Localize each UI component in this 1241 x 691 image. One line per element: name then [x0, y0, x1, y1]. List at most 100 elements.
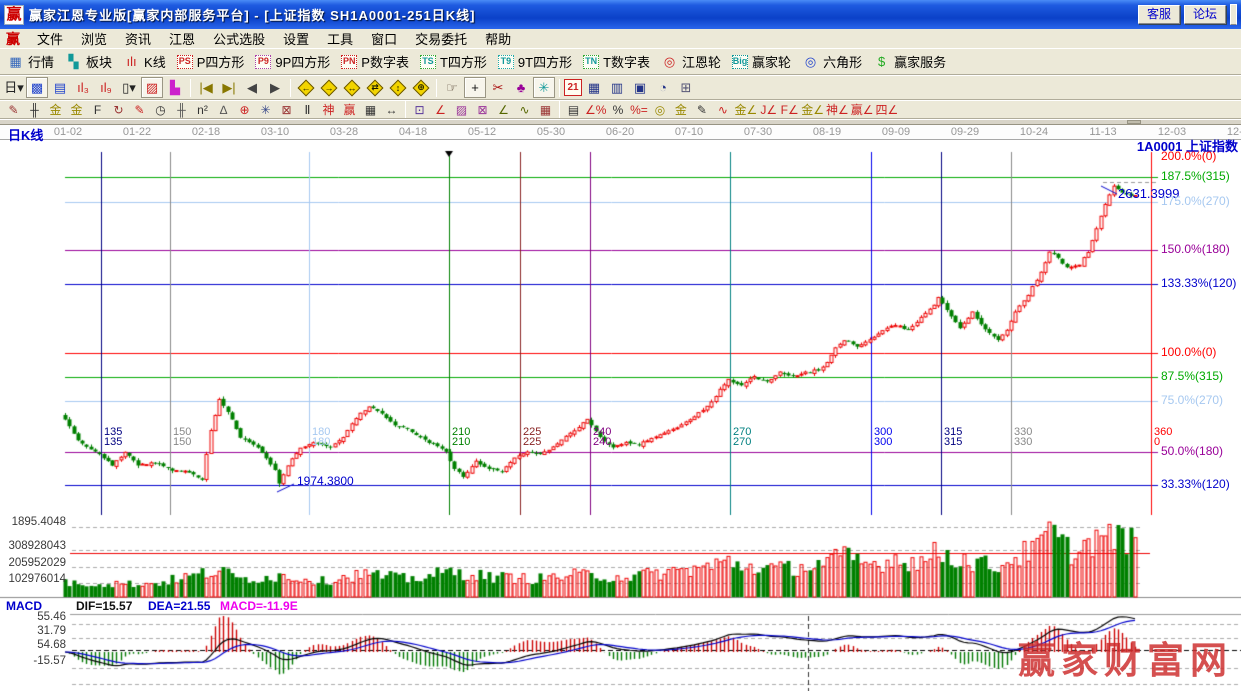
menu-item-5[interactable]: 公式选股 [204, 28, 274, 49]
ink-brush-button[interactable]: ✎ [691, 101, 712, 119]
wave-brain-button[interactable]: ✳ [533, 77, 555, 98]
p-square-button[interactable]: PSP四方形 [173, 51, 251, 72]
menu-item-3[interactable]: 资讯 [116, 28, 160, 49]
ninep-square-button[interactable]: P99P四方形 [251, 51, 336, 72]
gold-angle2-button[interactable]: 金∠ [800, 101, 825, 119]
period-day-button[interactable]: 日▾ [3, 77, 25, 98]
ninet-square-button[interactable]: T99T四方形 [494, 51, 578, 72]
partial-button[interactable] [1230, 4, 1237, 25]
gann-flower-button[interactable]: ♣ [510, 77, 532, 98]
fit-all-button[interactable]: ⊕ [410, 77, 432, 98]
cycle-clock-button[interactable]: ◷ [150, 101, 171, 119]
winner-wheel-button[interactable]: Big赢家轮 [728, 51, 797, 72]
percent-line-button[interactable]: %= [628, 101, 649, 119]
menu-item-9[interactable]: 交易委托 [406, 28, 476, 49]
color-histogram-button[interactable]: ▙ [164, 77, 186, 98]
wave-line-button[interactable]: ∿ [514, 101, 535, 119]
calculator-button[interactable]: ▦ [583, 77, 605, 98]
brush-button[interactable]: ✎ [129, 101, 150, 119]
menu-item-10[interactable]: 帮助 [476, 28, 520, 49]
menu-item-1[interactable]: 文件 [28, 28, 72, 49]
width-tool-button[interactable]: ↔ [381, 101, 402, 119]
sectors-button[interactable]: ▚板块 [61, 51, 118, 72]
wave-a-button[interactable]: ∿ [712, 101, 733, 119]
candle-style-button[interactable]: ▯▾ [118, 77, 140, 98]
menu-item-7[interactable]: 工具 [318, 28, 362, 49]
gold-lines-button[interactable]: 金 [66, 101, 87, 119]
winner-service-button[interactable]: $赢家服务 [869, 51, 952, 72]
world-clock-button[interactable]: ◔ [652, 77, 674, 98]
gold-channel-button[interactable]: 金 [670, 101, 691, 119]
price-grid-button[interactable]: ▦ [360, 101, 381, 119]
customer-service-button[interactable]: 客服 [1138, 5, 1180, 24]
t-number-button[interactable]: TNT数字表 [579, 51, 656, 72]
percent-angle-button[interactable]: ∠% [584, 101, 607, 119]
grid-target-button[interactable]: ⊠ [276, 101, 297, 119]
shen-tool-button[interactable]: 神 [318, 101, 339, 119]
forum-button[interactable]: 论坛 [1184, 5, 1226, 24]
bars-9-button[interactable]: ıl₉ [95, 77, 117, 98]
compass-button[interactable]: ⊕ [234, 101, 255, 119]
win-angle-button[interactable]: 赢∠ [850, 101, 875, 119]
levels-button[interactable]: ▤ [563, 101, 584, 119]
gold-ratio-button[interactable]: 金 [45, 101, 66, 119]
shift-right-button[interactable]: → [318, 77, 340, 98]
kchart-button[interactable]: ▨ [141, 77, 163, 98]
notes-button[interactable]: ▥ [606, 77, 628, 98]
box-fan-button[interactable]: ▨ [451, 101, 472, 119]
crosshair-tool-button[interactable]: + [464, 77, 486, 98]
ruler-grid-button[interactable]: ╫ [24, 101, 45, 119]
window-layout-button[interactable]: ▩ [26, 77, 48, 98]
save-button[interactable]: ▣ [629, 77, 651, 98]
shen-angle-button[interactable]: 神∠ [825, 101, 850, 119]
compress-x-button[interactable]: ⇄ [364, 77, 386, 98]
trend-angle-button[interactable]: ∠ [493, 101, 514, 119]
t-square-button[interactable]: TST四方形 [416, 51, 493, 72]
fan-lines-button[interactable]: ∠ [430, 101, 451, 119]
expand-x-button[interactable]: ↔ [341, 77, 363, 98]
n-square-button[interactable]: n² [192, 101, 213, 119]
draw-toolbar: ✎╫金金F↻✎◷╫n²∆⊕✳⊠Ⅱ神赢▦↔⊡∠▨⊠∠∿▦▤∠%%%=◎金✎∿金∠J… [0, 100, 1241, 119]
kline-button[interactable]: ılıK线 [119, 51, 172, 72]
menu-item-2[interactable]: 浏览 [72, 28, 116, 49]
prev-button[interactable]: ◀ [241, 77, 263, 98]
bars-3-button[interactable]: ıl₃ [72, 77, 94, 98]
gold-angle-button[interactable]: 金∠ [733, 101, 758, 119]
menu-item-8[interactable]: 窗口 [362, 28, 406, 49]
chart-canvas[interactable] [0, 140, 1241, 691]
expand-y-button[interactable]: ↕ [387, 77, 409, 98]
f-angle-button[interactable]: F∠ [779, 101, 800, 119]
j-angle-button[interactable]: J∠ [758, 101, 779, 119]
spiral-button[interactable]: ↻ [108, 101, 129, 119]
quotes-button[interactable]: ▦行情 [3, 51, 60, 72]
diamond-expand-icon-arrow: ↔ [348, 83, 357, 93]
menu-item-4[interactable]: 江恩 [160, 28, 204, 49]
hexagon-button[interactable]: ◎六角形 [798, 51, 868, 72]
shift-left-button[interactable]: ← [295, 77, 317, 98]
angle-mirror-button[interactable]: ∆ [213, 101, 234, 119]
four-angle-button[interactable]: 四∠ [875, 101, 900, 119]
star-web-button[interactable]: ✳ [255, 101, 276, 119]
menu-item-6[interactable]: 设置 [274, 28, 318, 49]
win-tool-button[interactable]: 赢 [339, 101, 360, 119]
box-tool-button[interactable]: ⊡ [409, 101, 430, 119]
percent-button[interactable]: % [607, 101, 628, 119]
next-button[interactable]: ▶ [264, 77, 286, 98]
info-f10-button[interactable]: ▤ [49, 77, 71, 98]
fibonacci-button[interactable]: F [87, 101, 108, 119]
gold-circle-button[interactable]: ◎ [649, 101, 670, 119]
first-page-button[interactable]: |◀ [195, 77, 217, 98]
last-page-button[interactable]: ▶| [218, 77, 240, 98]
p-number-button[interactable]: PNP数字表 [337, 51, 415, 72]
measure-tool-button[interactable]: ✂ [487, 77, 509, 98]
splitter-notch[interactable] [1127, 120, 1141, 124]
box-cross-button[interactable]: ⊠ [472, 101, 493, 119]
pillar-button[interactable]: Ⅱ [297, 101, 318, 119]
hand-tool-button[interactable]: ☞ [441, 77, 463, 98]
print-button[interactable]: ⊞ [675, 77, 697, 98]
grid-ruler-button[interactable]: ╫ [171, 101, 192, 119]
calendar-button[interactable]: 21 [564, 79, 582, 96]
small-grid-button[interactable]: ▦ [535, 101, 556, 119]
pencil-tool-button[interactable]: ✎ [3, 101, 24, 119]
gann-wheel-button[interactable]: ◎江恩轮 [657, 51, 727, 72]
